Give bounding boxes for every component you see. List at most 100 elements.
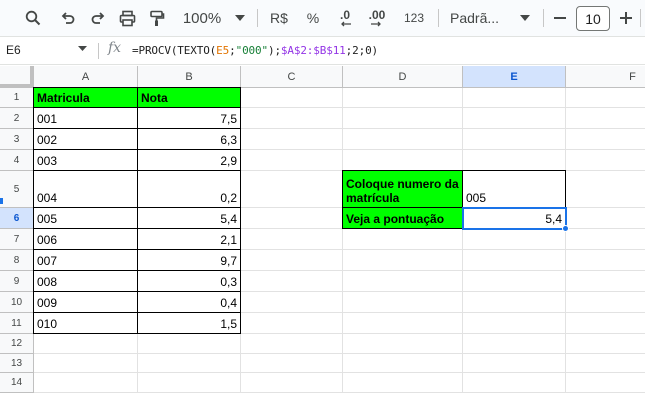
grid-cell[interactable] [566, 334, 645, 354]
row-header-2[interactable]: 2 [0, 108, 34, 129]
select-all-corner[interactable] [0, 66, 34, 88]
grid-cell[interactable] [463, 88, 566, 108]
font-family-select[interactable]: Padrã... [450, 0, 516, 36]
matricula-cell[interactable]: 005 [33, 207, 138, 229]
grid-cell[interactable] [34, 373, 138, 393]
chevron-down-icon[interactable] [233, 0, 247, 36]
grid-cell[interactable] [34, 334, 138, 354]
grid-cell[interactable] [138, 354, 241, 373]
matricula-cell[interactable]: 007 [33, 249, 138, 271]
grid-cell[interactable] [343, 354, 463, 373]
row-header-14[interactable]: 14 [0, 373, 34, 393]
grid-cell[interactable] [463, 150, 566, 171]
search-icon[interactable] [22, 0, 44, 36]
grid-cell[interactable] [566, 150, 645, 171]
increase-decimal-button[interactable]: .00 [364, 0, 390, 36]
currency-format-button[interactable]: R$ [265, 0, 293, 36]
matricula-cell[interactable]: 001 [33, 107, 138, 129]
nota-cell[interactable]: 9,7 [137, 249, 241, 271]
row-header-7[interactable]: 7 [0, 229, 34, 250]
matricula-cell[interactable]: 008 [33, 270, 138, 292]
nota-cell[interactable]: 2,9 [137, 149, 241, 171]
header-cell-nota[interactable]: Nota [137, 87, 241, 108]
nota-cell[interactable]: 2,1 [137, 228, 241, 250]
row-header-4[interactable]: 4 [0, 150, 34, 171]
matricula-cell[interactable]: 002 [33, 128, 138, 150]
row-header-8[interactable]: 8 [0, 250, 34, 271]
grid-cell[interactable] [566, 271, 645, 292]
grid-cell[interactable] [566, 108, 645, 129]
grid-cell[interactable] [343, 271, 463, 292]
grid-cell[interactable] [34, 354, 138, 373]
grid-cell[interactable] [241, 150, 343, 171]
row-header-11[interactable]: 11 [0, 313, 34, 334]
grid-cell[interactable] [463, 250, 566, 271]
matricula-cell[interactable]: 004 [33, 170, 138, 208]
lookup-input-cell[interactable]: 005 [462, 170, 566, 208]
grid-cell[interactable] [241, 292, 343, 313]
more-formats-button[interactable]: 123 [400, 0, 428, 36]
grid-cell[interactable] [241, 171, 343, 208]
grid-cell[interactable] [343, 292, 463, 313]
grid-cell[interactable] [343, 108, 463, 129]
grid-cell[interactable] [241, 313, 343, 334]
column-header-d[interactable]: D [343, 66, 463, 88]
nota-cell[interactable]: 1,5 [137, 312, 241, 334]
nota-cell[interactable]: 0,2 [137, 170, 241, 208]
grid-cell[interactable] [343, 334, 463, 354]
grid-cell[interactable] [343, 88, 463, 108]
name-box[interactable]: E6 [6, 43, 21, 57]
decrease-decimal-button[interactable]: .0 [333, 0, 357, 36]
row-header-9[interactable]: 9 [0, 271, 34, 292]
chevron-down-icon[interactable] [78, 46, 87, 51]
lookup-label-result[interactable]: Veja a pontuação [342, 207, 463, 229]
nota-cell[interactable]: 7,5 [137, 107, 241, 129]
row-header-13[interactable]: 13 [0, 354, 34, 373]
row-header-5[interactable]: 5 [0, 171, 34, 208]
grid-cell[interactable] [566, 208, 645, 229]
grid-cell[interactable] [463, 354, 566, 373]
row-header-12[interactable]: 12 [0, 334, 34, 354]
matricula-cell[interactable]: 010 [33, 312, 138, 334]
grid-cell[interactable] [463, 229, 566, 250]
grid-cell[interactable] [241, 229, 343, 250]
column-header-c[interactable]: C [241, 66, 343, 88]
matricula-cell[interactable]: 009 [33, 291, 138, 313]
redo-icon[interactable] [87, 0, 109, 36]
grid-cell[interactable] [241, 271, 343, 292]
fill-handle[interactable] [562, 225, 569, 232]
grid-cell[interactable] [241, 108, 343, 129]
grid-cell[interactable] [241, 354, 343, 373]
grid-cell[interactable] [463, 292, 566, 313]
nota-cell[interactable]: 5,4 [137, 207, 241, 229]
spreadsheet-grid[interactable]: A B C D E F 1 2 3 4 5 6 7 8 9 10 11 12 13 14 Matricula Nota 00… [0, 66, 645, 398]
grid-cell[interactable] [343, 373, 463, 393]
row-header-6[interactable]: 6 [0, 208, 34, 229]
grid-cell[interactable] [138, 334, 241, 354]
chevron-down-icon[interactable] [518, 0, 532, 36]
nota-cell[interactable]: 0,3 [137, 270, 241, 292]
grid-cell[interactable] [566, 313, 645, 334]
matricula-cell[interactable]: 006 [33, 228, 138, 250]
nota-cell[interactable]: 0,4 [137, 291, 241, 313]
lookup-result-cell[interactable]: 5,4 [462, 207, 566, 229]
grid-cell[interactable] [463, 271, 566, 292]
grid-cell[interactable] [241, 208, 343, 229]
paint-format-icon[interactable] [146, 0, 168, 36]
header-cell-matricula[interactable]: Matricula [33, 87, 138, 108]
lookup-label-input[interactable]: Coloque numero da matrícula [342, 170, 463, 208]
column-header-e[interactable]: E [463, 66, 566, 88]
grid-cell[interactable] [343, 129, 463, 150]
grid-cell[interactable] [241, 250, 343, 271]
grid-cell[interactable] [566, 171, 645, 208]
grid-cell[interactable] [566, 129, 645, 150]
grid-cell[interactable] [343, 229, 463, 250]
column-header-b[interactable]: B [138, 66, 241, 88]
grid-cell[interactable] [463, 334, 566, 354]
grid-cell[interactable] [566, 354, 645, 373]
grid-cell[interactable] [566, 88, 645, 108]
grid-cell[interactable] [566, 292, 645, 313]
grid-cell[interactable] [241, 334, 343, 354]
grid-cell[interactable] [241, 373, 343, 393]
zoom-select[interactable]: 100% [176, 0, 228, 36]
